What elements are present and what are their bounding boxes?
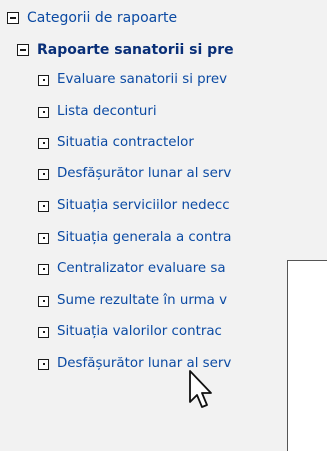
- tree-group-row[interactable]: Rapoarte sanatorii si pre: [17, 38, 234, 62]
- tree-item-row[interactable]: Desfășurător lunar al serv: [38, 162, 231, 186]
- tree-item-row[interactable]: Situația generala a contra: [38, 226, 231, 250]
- partial-popup: [287, 260, 327, 451]
- tree-item-label[interactable]: Situatia contractelor: [57, 131, 194, 155]
- leaf-node-icon: [38, 74, 49, 86]
- leaf-node-icon: [38, 106, 49, 118]
- tree-item-label[interactable]: Lista deconturi: [57, 100, 157, 124]
- leaf-node-icon: [38, 295, 49, 307]
- leaf-node-icon: [38, 168, 49, 180]
- leaf-node-icon: [38, 358, 49, 370]
- tree-item-label[interactable]: Evaluare sanatorii si prev: [57, 68, 227, 92]
- leaf-node-icon: [38, 263, 49, 275]
- mouse-pointer-icon: [189, 370, 212, 408]
- tree-group-label[interactable]: Rapoarte sanatorii si pre: [37, 38, 234, 62]
- tree-item-row[interactable]: Situația valorilor contrac: [38, 320, 222, 344]
- tree-root-row[interactable]: Categorii de rapoarte: [7, 6, 177, 30]
- report-tree-panel: Categorii de rapoarte Rapoarte sanatorii…: [0, 0, 316, 450]
- tree-item-row[interactable]: Centralizator evaluare sa: [38, 257, 226, 281]
- tree-item-row[interactable]: Lista deconturi: [38, 100, 157, 124]
- tree-item-label[interactable]: Situația valorilor contrac: [57, 320, 222, 344]
- tree-item-row[interactable]: Evaluare sanatorii si prev: [38, 68, 227, 92]
- tree-item-label[interactable]: Centralizator evaluare sa: [57, 257, 226, 281]
- collapse-icon[interactable]: [7, 12, 19, 24]
- tree-item-label[interactable]: Situația generala a contra: [57, 226, 231, 250]
- leaf-node-icon: [38, 232, 49, 244]
- tree-item-label[interactable]: Sume rezultate în urma v: [57, 289, 227, 313]
- tree-item-row[interactable]: Sume rezultate în urma v: [38, 289, 227, 313]
- tree-item-label[interactable]: Desfășurător lunar al serv: [57, 162, 231, 186]
- leaf-node-icon: [38, 200, 49, 212]
- tree-item-row[interactable]: Situația serviciilor nedecc: [38, 194, 230, 218]
- leaf-node-icon: [38, 326, 49, 338]
- collapse-icon[interactable]: [17, 44, 29, 56]
- tree-root-label[interactable]: Categorii de rapoarte: [27, 6, 177, 30]
- tree-item-row[interactable]: Situatia contractelor: [38, 131, 194, 155]
- tree-item-label[interactable]: Situația serviciilor nedecc: [57, 194, 230, 218]
- leaf-node-icon: [38, 137, 49, 149]
